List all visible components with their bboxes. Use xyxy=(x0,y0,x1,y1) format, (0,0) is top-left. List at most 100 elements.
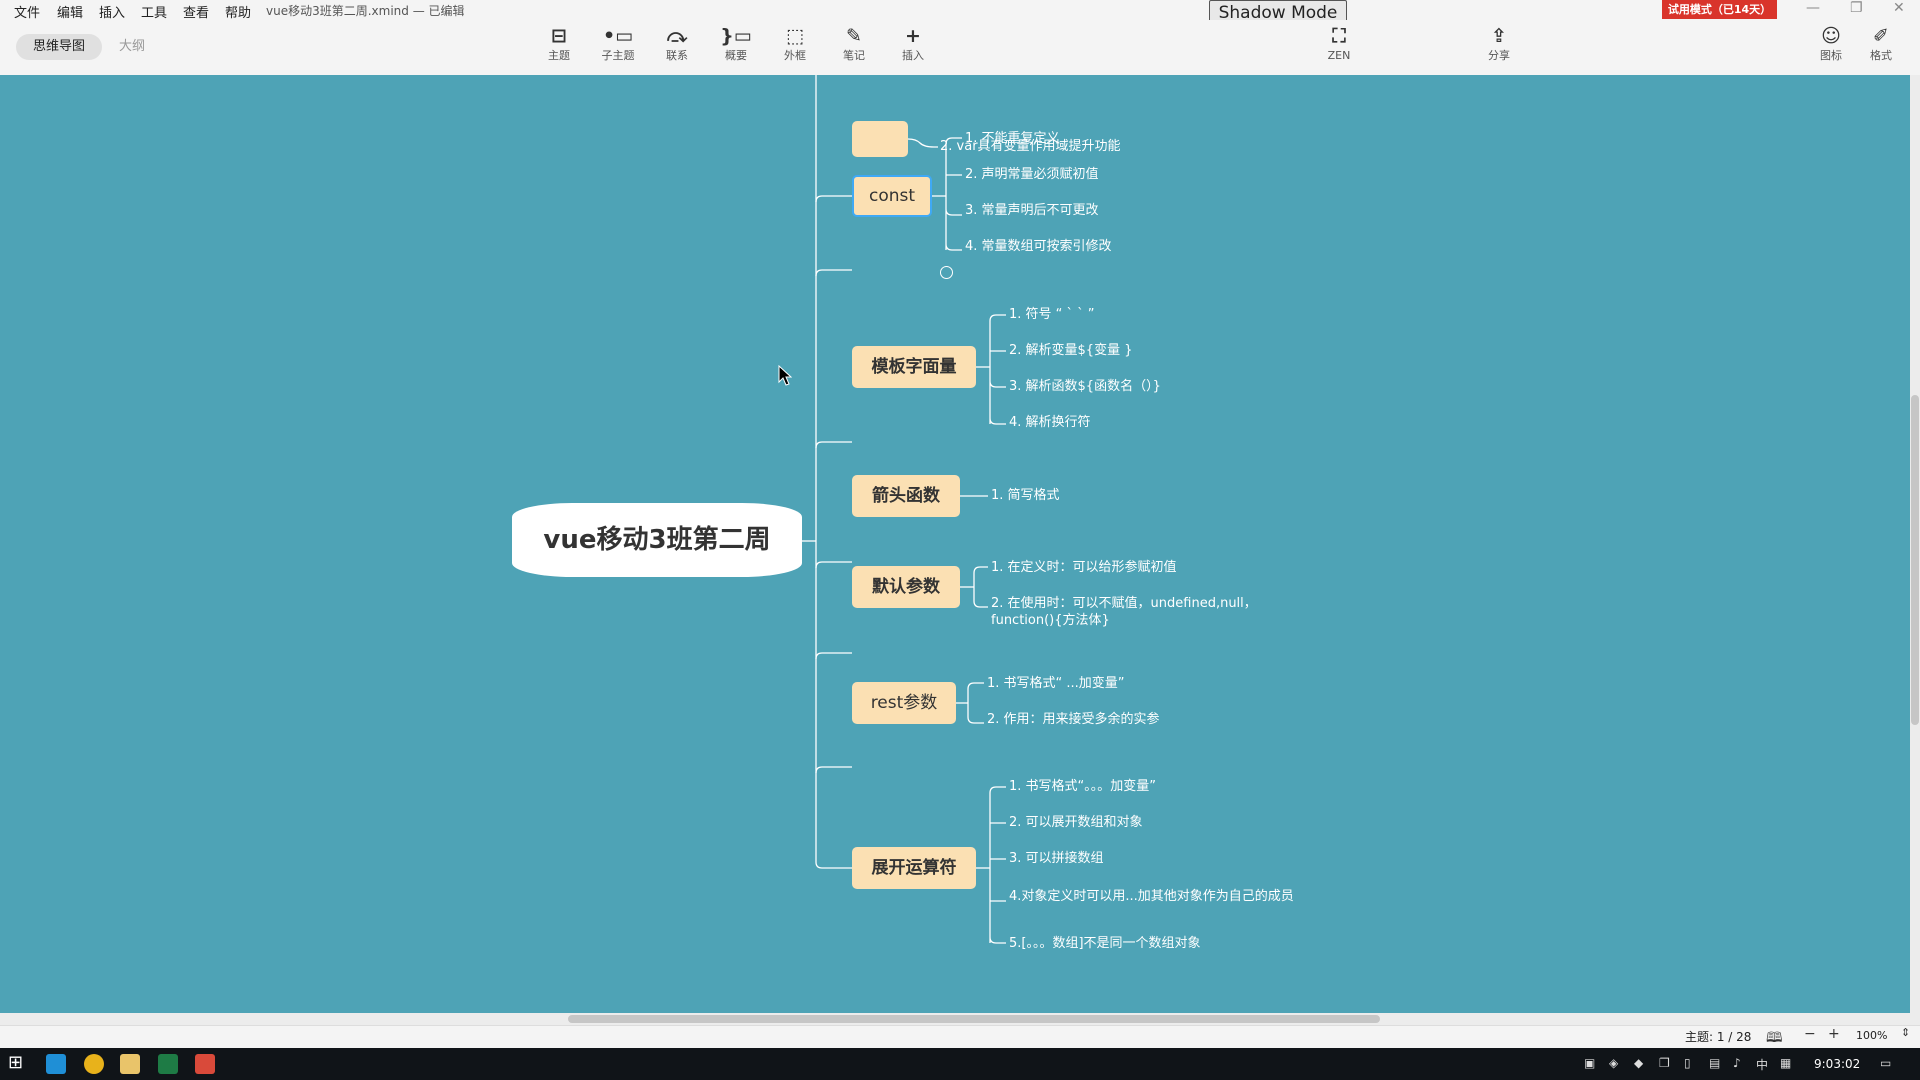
subtopic-spread-2[interactable]: 2. 可以展开数组和对象 xyxy=(1009,814,1143,831)
subtopic-template-2[interactable]: 2. 解析变量${变量 } xyxy=(1009,342,1132,359)
menu-file[interactable]: 文件 xyxy=(14,2,40,21)
relationship-button[interactable]: ⤼ 联系 xyxy=(652,24,702,68)
format-panel-button[interactable]: ✐ 格式 xyxy=(1856,24,1906,68)
fullscreen-icon: ⛶ xyxy=(1332,25,1346,47)
restore-icon[interactable]: ❐ xyxy=(1850,0,1863,16)
tray-shield-icon[interactable]: ◈ xyxy=(1609,1056,1618,1070)
summary-button[interactable]: }▭ 概要 xyxy=(711,24,761,68)
smiley-icon: ☺ xyxy=(1821,25,1841,47)
menu-tools[interactable]: 工具 xyxy=(141,2,167,21)
collapse-toggle-icon[interactable] xyxy=(940,266,953,279)
tab-mindmap[interactable]: 思维导图 xyxy=(16,34,102,60)
subtopic-const-4[interactable]: 4. 常量数组可按索引修改 xyxy=(965,238,1112,255)
topic-default-params[interactable]: 默认参数 xyxy=(852,566,960,608)
subtopic-const-1[interactable]: 1. 不能重复定义 xyxy=(965,130,1060,147)
tray-network-icon[interactable]: ▤ xyxy=(1709,1056,1720,1070)
tab-outline[interactable]: 大纲 xyxy=(110,34,154,60)
notification-icon[interactable]: ▭ xyxy=(1880,1056,1891,1070)
boundary-button[interactable]: ⬚ 外框 xyxy=(770,24,820,68)
subtopic-const-3[interactable]: 3. 常量声明后不可更改 xyxy=(965,202,1099,219)
boundary-icon: ⬚ xyxy=(786,25,804,47)
menu-view[interactable]: 查看 xyxy=(183,2,209,21)
icons-panel-label: 图标 xyxy=(1820,49,1842,62)
topic-icon: ⊟ xyxy=(551,25,567,47)
relationship-button-label: 联系 xyxy=(666,49,688,62)
zoom-out-icon[interactable]: − xyxy=(1804,1026,1816,1042)
zoom-in-icon[interactable]: + xyxy=(1828,1026,1840,1042)
toolbar xyxy=(0,20,1920,76)
mindmap-canvas[interactable]: vue移动3班第二周 2. var具有变量作用域提升功能 const 1. 不能… xyxy=(0,75,1910,1013)
horizontal-scrollbar-thumb[interactable] xyxy=(568,1015,1380,1023)
topic-rest-params[interactable]: rest参数 xyxy=(852,682,956,724)
brush-icon: ✐ xyxy=(1873,25,1889,47)
subtopic-default-2[interactable]: 2. 在使用时：可以不赋值，undefined,null，function(){… xyxy=(991,595,1276,629)
tray-keyboard-icon[interactable]: ▦ xyxy=(1780,1056,1791,1070)
summary-icon: }▭ xyxy=(720,25,752,47)
insert-button-label: 插入 xyxy=(902,49,924,62)
chrome-icon[interactable] xyxy=(84,1054,104,1074)
subtopic-template-1[interactable]: 1. 符号 “ ` ` ” xyxy=(1009,306,1095,323)
close-icon[interactable]: ✕ xyxy=(1893,0,1905,16)
share-icon: ⇪ xyxy=(1491,25,1507,47)
subtopic-template-3[interactable]: 3. 解析函数${函数名（）} xyxy=(1009,378,1161,395)
summary-button-label: 概要 xyxy=(725,49,747,62)
subtopic-default-1[interactable]: 1. 在定义时：可以给形参赋初值 xyxy=(991,559,1177,576)
topic-count: 主题: 1 / 28 xyxy=(1685,1030,1752,1044)
subtopic-rest-2[interactable]: 2. 作用：用来接受多余的实参 xyxy=(987,711,1160,728)
subtopic-spread-4[interactable]: 4.对象定义时可以用...加其他对象作为自己的成员 xyxy=(1009,888,1309,905)
subtopic-const-2[interactable]: 2. 声明常量必须赋初值 xyxy=(965,166,1099,183)
menu-insert[interactable]: 插入 xyxy=(99,2,125,21)
ime-indicator[interactable]: 中 xyxy=(1756,1056,1768,1073)
partial-topic[interactable] xyxy=(852,121,908,157)
boundary-button-label: 外框 xyxy=(784,49,806,62)
tray-usb-icon[interactable]: ▯ xyxy=(1684,1056,1691,1070)
subtopic-button[interactable]: •▭ 子主题 xyxy=(593,24,643,68)
topic-spread-operator[interactable]: 展开运算符 xyxy=(852,847,976,889)
subtopic-spread-5[interactable]: 5.[。。。数组]不是同一个数组对象 xyxy=(1009,935,1201,952)
zen-button[interactable]: ⛶ ZEN xyxy=(1314,24,1364,68)
tray-nvidia-icon[interactable]: ◆ xyxy=(1634,1056,1643,1070)
document-title: vue移动3班第二周.xmind — 已编辑 xyxy=(266,4,465,18)
windows-start-icon[interactable]: ⊞ xyxy=(8,1052,23,1073)
vertical-scrollbar-thumb[interactable] xyxy=(1911,395,1919,725)
subtopic-spread-1[interactable]: 1. 书写格式“。。。加变量” xyxy=(1009,778,1156,795)
topic-button[interactable]: ⊟ 主题 xyxy=(534,24,584,68)
subtopic-spread-3[interactable]: 3. 可以拼接数组 xyxy=(1009,850,1104,867)
format-panel-label: 格式 xyxy=(1870,49,1892,62)
tray-window-icon[interactable]: ❐ xyxy=(1659,1056,1670,1070)
tray-volume-icon[interactable]: ♪ xyxy=(1733,1056,1741,1070)
subtopic-template-4[interactable]: 4. 解析换行符 xyxy=(1009,414,1091,431)
excel-icon[interactable] xyxy=(158,1054,178,1074)
file-explorer-icon[interactable] xyxy=(120,1054,140,1074)
central-topic[interactable]: vue移动3班第二周 xyxy=(512,503,802,577)
topic-arrow-function[interactable]: 箭头函数 xyxy=(852,475,960,517)
menu-edit[interactable]: 编辑 xyxy=(57,2,83,21)
topic-const[interactable]: const xyxy=(852,175,932,217)
topic-button-label: 主题 xyxy=(548,49,570,62)
share-button[interactable]: ⇪ 分享 xyxy=(1474,24,1524,68)
menu-help[interactable]: 帮助 xyxy=(225,2,251,21)
icons-panel-button[interactable]: ☺ 图标 xyxy=(1806,24,1856,68)
note-button[interactable]: ✎ 笔记 xyxy=(829,24,879,68)
clock[interactable]: 9:03:02 xyxy=(1814,1057,1860,1071)
minimize-icon[interactable]: — xyxy=(1806,0,1820,16)
taskbar xyxy=(0,1048,1920,1080)
xmind-icon[interactable] xyxy=(195,1054,215,1074)
tray-app-icon[interactable]: ▣ xyxy=(1584,1056,1595,1070)
subtopic-rest-1[interactable]: 1. 书写格式“ ...加变量” xyxy=(987,675,1125,692)
plus-icon: + xyxy=(905,25,921,47)
status-bar xyxy=(0,1025,1920,1049)
ie-browser-icon[interactable] xyxy=(46,1054,66,1074)
subtopic-arrow-1[interactable]: 1. 简写格式 xyxy=(991,487,1060,504)
topic-template-literal[interactable]: 模板字面量 xyxy=(852,346,976,388)
insert-button[interactable]: + 插入 xyxy=(888,24,938,68)
trial-mode-badge[interactable]: 试用模式（已14天） xyxy=(1662,0,1777,19)
zoom-level[interactable]: 100% xyxy=(1856,1029,1887,1042)
note-icon: ✎ xyxy=(846,25,862,47)
subtopic-icon: •▭ xyxy=(602,25,634,47)
relationship-icon: ⤼ xyxy=(666,25,688,47)
zoom-stepper-icon[interactable]: ⇕ xyxy=(1901,1026,1910,1039)
zen-button-label: ZEN xyxy=(1327,49,1351,62)
note-button-label: 笔记 xyxy=(843,49,865,62)
mouse-cursor-icon xyxy=(778,365,792,386)
